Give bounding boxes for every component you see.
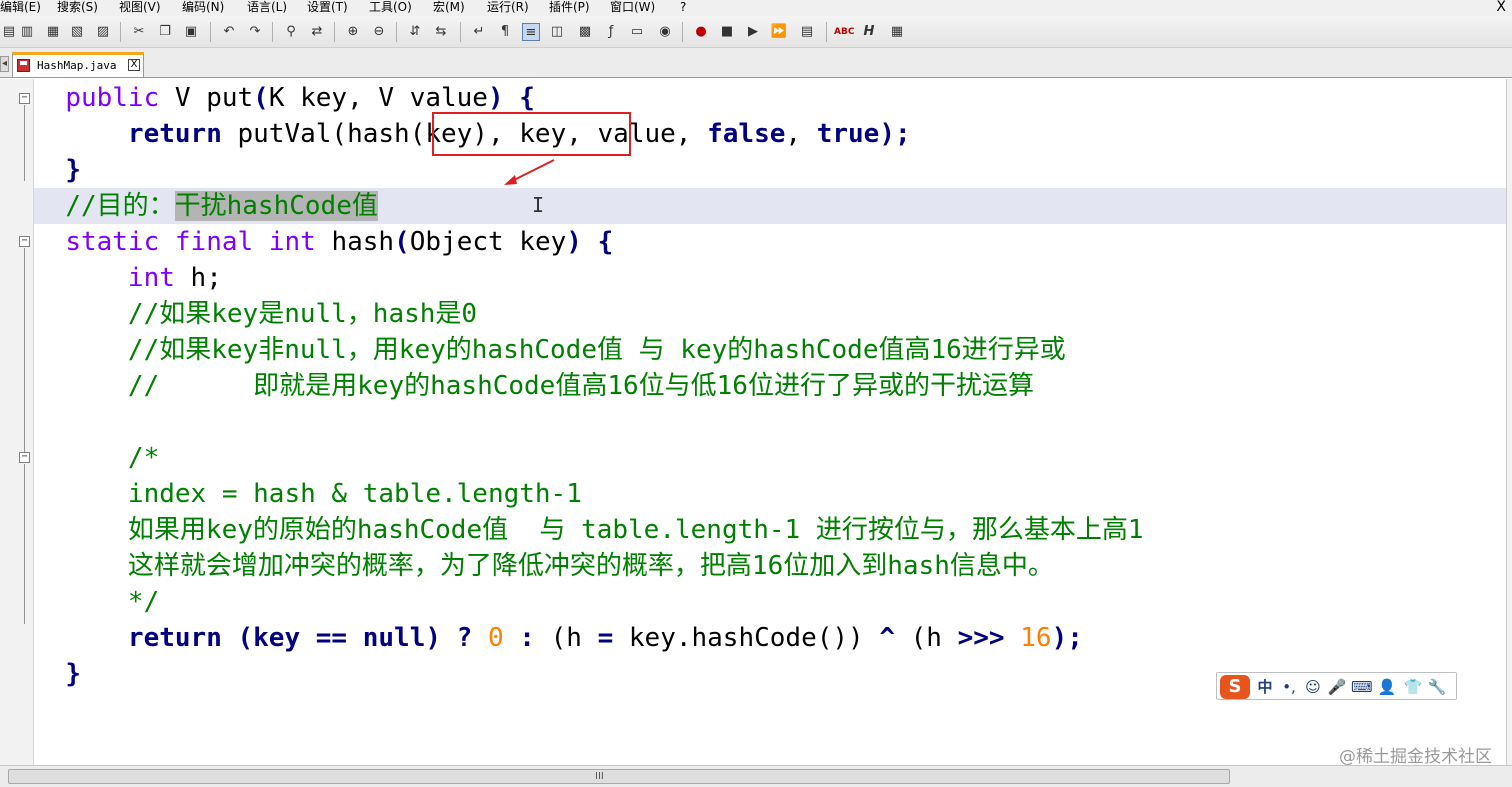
menu-window[interactable]: 窗口(W): [610, 0, 655, 15]
user-icon[interactable]: 👤: [1377, 677, 1397, 697]
fold-toggle-put[interactable]: −: [19, 93, 30, 104]
menu-search[interactable]: 搜索(S): [57, 0, 98, 15]
record-macro-icon[interactable]: ●: [692, 23, 710, 41]
code-line: // 即就是用key的hashCode值高16位与低16位进行了异或的干扰运算: [127, 371, 1034, 401]
menu-macro[interactable]: 宏(M): [433, 0, 465, 15]
doc-map-icon[interactable]: ▩: [576, 23, 594, 41]
code-line: //如果key是null，hash是0: [127, 299, 478, 329]
ibeam-cursor-icon: I: [532, 193, 545, 217]
ime-toolbar: S 中 •, ☺ 🎤 ⌨ 👤 👕 🔧: [1216, 672, 1457, 700]
paste-icon[interactable]: ▣: [182, 23, 200, 41]
menu-help[interactable]: ?: [680, 0, 686, 15]
tab-bar: ◂ HashMap.java X: [0, 48, 1512, 78]
fold-toggle-comment[interactable]: −: [19, 452, 30, 463]
tab-hashmap-java[interactable]: HashMap.java X: [12, 52, 144, 77]
undo-icon[interactable]: ↶: [220, 23, 238, 41]
find-icon[interactable]: ⚲: [282, 23, 300, 41]
code-editor[interactable]: − − − public V put(K key, V value) { ret…: [0, 79, 1512, 765]
microphone-icon[interactable]: 🎤: [1327, 677, 1347, 697]
run-macro-multiple-icon[interactable]: ⏩: [770, 23, 788, 41]
show-all-chars-icon[interactable]: ¶: [496, 23, 514, 41]
copy-icon[interactable]: ❐: [156, 23, 174, 41]
user-lang-icon[interactable]: ◫: [548, 23, 566, 41]
redo-icon[interactable]: ↷: [246, 23, 264, 41]
plugin-icon[interactable]: ▦: [888, 23, 906, 41]
menu-encoding[interactable]: 编码(N): [182, 0, 224, 15]
code-line: index = hash & table.length-1: [127, 479, 582, 509]
code-line: return putVal(hash(key), key, value, fal…: [127, 119, 911, 149]
stop-macro-icon[interactable]: ■: [718, 23, 736, 41]
fold-margin: − − −: [0, 79, 34, 765]
code-line: 这样就会增加冲突的概率，为了降低冲突的概率，把高16位加入到hash信息中。: [127, 551, 1054, 581]
watermark: @稀土掘金技术社区: [1339, 747, 1492, 767]
code-area: public V put(K key, V value) { return pu…: [34, 79, 1506, 765]
new-file-icon[interactable]: ▤: [0, 23, 18, 41]
tab-close-button[interactable]: X: [128, 59, 140, 71]
selected-text: 干扰hashCode值: [174, 191, 378, 221]
toolbar: ▤ ▥ ▦ ▧ ▨ ✂ ❐ ▣ ↶ ↷ ⚲ ⇄ ⊕ ⊖ ⇵ ⇆ ↵ ¶ ≡ ◫ …: [0, 16, 1512, 48]
menu-settings[interactable]: 设置(T): [307, 0, 348, 15]
code-line: public V put(K key, V value) {: [65, 83, 535, 113]
sync-vertical-icon[interactable]: ⇵: [406, 23, 424, 41]
wrench-icon[interactable]: 🔧: [1427, 677, 1447, 697]
spell-check-icon[interactable]: ABC: [834, 23, 854, 41]
emoji-icon[interactable]: ☺: [1303, 677, 1323, 697]
zoom-out-icon[interactable]: ⊖: [370, 23, 388, 41]
cut-icon[interactable]: ✂: [130, 23, 148, 41]
scrollbar-thumb[interactable]: III: [8, 769, 1230, 784]
code-line: /*: [127, 443, 160, 473]
skin-icon[interactable]: 👕: [1403, 677, 1423, 697]
unsaved-file-icon: [17, 59, 30, 72]
annotation-box: [432, 112, 631, 156]
code-line: int h;: [127, 263, 222, 293]
print-icon[interactable]: ▨: [94, 23, 112, 41]
menu-language[interactable]: 语言(L): [247, 0, 287, 15]
folder-workspace-icon[interactable]: ▭: [628, 23, 646, 41]
play-macro-icon[interactable]: ▶: [744, 23, 762, 41]
fold-toggle-hash[interactable]: −: [19, 236, 30, 247]
code-line: */: [127, 587, 160, 617]
menu-tools[interactable]: 工具(O): [369, 0, 412, 15]
annotation-arrow-icon: [504, 159, 555, 185]
code-line: static final int hash(Object key) {: [65, 227, 614, 257]
zoom-in-icon[interactable]: ⊕: [344, 23, 362, 41]
code-line: return (key == null) ? 0 : (h = key.hash…: [127, 623, 1083, 653]
menu-view[interactable]: 视图(V): [119, 0, 161, 15]
ime-punctuation-icon[interactable]: •,: [1279, 677, 1299, 697]
scrollbar-grip: III: [595, 771, 604, 782]
keyboard-icon[interactable]: ⌨: [1351, 677, 1373, 697]
save-all-icon[interactable]: ▧: [68, 23, 86, 41]
indent-guide-icon[interactable]: ≡: [522, 23, 540, 41]
monitor-icon[interactable]: ◉: [656, 23, 674, 41]
sync-horizontal-icon[interactable]: ⇆: [432, 23, 450, 41]
code-line: 如果用key的原始的hashCode值 与 table.length-1 进行按…: [127, 515, 1144, 545]
menu-plugins[interactable]: 插件(P): [549, 0, 590, 15]
save-icon[interactable]: ▦: [44, 23, 62, 41]
menu-run[interactable]: 运行(R): [487, 0, 529, 15]
word-wrap-icon[interactable]: ↵: [470, 23, 488, 41]
replace-icon[interactable]: ⇄: [308, 23, 326, 41]
horizontal-scrollbar[interactable]: III: [0, 765, 1512, 787]
open-icon[interactable]: ▥: [18, 23, 36, 41]
save-macro-icon[interactable]: ▤: [798, 23, 816, 41]
code-line-current: //目的：干扰hashCode值: [34, 188, 1506, 224]
code-line: //如果key非null，用key的hashCode值 与 key的hashCo…: [127, 335, 1066, 365]
ime-mode-toggle[interactable]: 中: [1255, 677, 1275, 697]
keyword-return: return: [127, 119, 222, 149]
menu-bar: 编辑(E) 搜索(S) 视图(V) 编码(N) 语言(L) 设置(T) 工具(O…: [0, 0, 1512, 16]
h-icon[interactable]: H: [860, 23, 878, 41]
sogou-logo-icon[interactable]: S: [1220, 675, 1250, 699]
tab-scroll-left-icon[interactable]: ◂: [0, 56, 9, 72]
menu-edit[interactable]: 编辑(E): [0, 0, 41, 15]
comment-purpose: //目的：: [65, 191, 175, 221]
code-line: }: [65, 155, 81, 185]
keyword-public: public: [65, 83, 160, 113]
window-close-button[interactable]: X: [1496, 0, 1506, 15]
tab-label: HashMap.java: [37, 59, 117, 72]
function-list-icon[interactable]: ƒ: [602, 23, 620, 41]
